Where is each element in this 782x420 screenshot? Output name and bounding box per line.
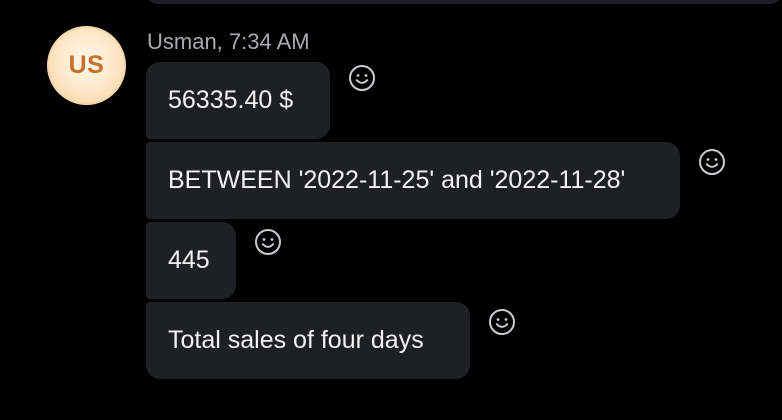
message-bubble[interactable]: 56335.40 $ bbox=[146, 62, 330, 139]
message-sender-time: Usman, 7:34 AM bbox=[147, 29, 310, 54]
smiley-face-icon[interactable] bbox=[698, 148, 726, 176]
smiley-face-icon[interactable] bbox=[348, 64, 376, 92]
avatar-initials: US bbox=[68, 51, 105, 79]
message-text: 56335.40 $ bbox=[168, 86, 294, 114]
message-bubble[interactable]: 445 bbox=[146, 222, 236, 299]
avatar[interactable]: US bbox=[47, 26, 126, 105]
message-text: BETWEEN '2022-11-25' and '2022-11-28' bbox=[168, 166, 626, 194]
message-bubble[interactable]: BETWEEN '2022-11-25' and '2022-11-28' bbox=[146, 142, 680, 219]
message-bubble[interactable]: Total sales of four days bbox=[146, 302, 470, 379]
message-text: 445 bbox=[168, 246, 210, 274]
previous-message-bubble bbox=[146, 0, 782, 4]
smiley-face-icon[interactable] bbox=[254, 228, 282, 256]
message-text: Total sales of four days bbox=[168, 326, 424, 354]
smiley-face-icon[interactable] bbox=[488, 308, 516, 336]
chat-thread: US Usman, 7:34 AM 56335.40 $ BETWEEN '20… bbox=[0, 0, 782, 420]
